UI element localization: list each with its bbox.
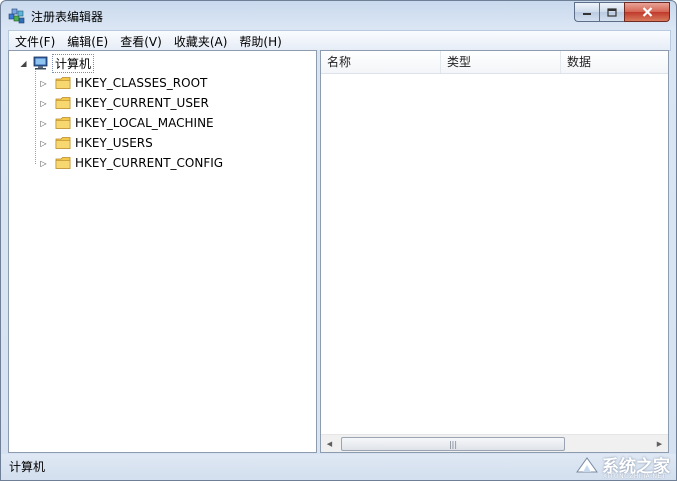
scrollbar-thumb[interactable]: ||| xyxy=(341,437,565,451)
column-header-data[interactable]: 数据 xyxy=(561,51,668,73)
tree-item-root[interactable]: ◢ 计算机 xyxy=(19,53,95,73)
tree-guide-line xyxy=(35,68,36,164)
collapse-arrow-icon[interactable]: ◢ xyxy=(19,59,28,68)
maximize-icon xyxy=(607,7,617,17)
close-icon xyxy=(642,7,652,17)
column-header-row: 名称 类型 数据 xyxy=(321,51,668,74)
tree-item-hkey-local-machine[interactable]: ▷ HKEY_LOCAL_MACHINE xyxy=(39,114,214,132)
watermark-subtext: XITONGZHIJIA.NET xyxy=(602,473,666,480)
window-title: 注册表编辑器 xyxy=(31,10,104,24)
minimize-icon xyxy=(583,13,591,15)
tree-item-label: 计算机 xyxy=(52,53,95,73)
minimize-button[interactable] xyxy=(574,2,599,22)
tree-item-hkey-classes-root[interactable]: ▷ HKEY_CLASSES_ROOT xyxy=(39,74,207,92)
folder-icon xyxy=(55,77,71,89)
horizontal-scrollbar[interactable]: ◀ ||| ▶ xyxy=(321,434,668,452)
watermark-logo-icon xyxy=(576,456,598,472)
expand-arrow-icon[interactable]: ▷ xyxy=(39,79,48,88)
tree-item-hkey-current-config[interactable]: ▷ HKEY_CURRENT_CONFIG xyxy=(39,154,223,172)
scroll-left-arrow-icon[interactable]: ◀ xyxy=(321,435,338,452)
tree-item-label: HKEY_CURRENT_CONFIG xyxy=(75,156,224,170)
caption-buttons xyxy=(574,2,670,22)
folder-icon xyxy=(55,137,71,149)
tree-item-label: HKEY_USERS xyxy=(75,136,153,150)
tree-item-label: HKEY_CURRENT_USER xyxy=(75,96,209,110)
menu-view[interactable]: 查看(V) xyxy=(114,31,168,50)
tree-item-label: HKEY_LOCAL_MACHINE xyxy=(75,116,214,130)
close-button[interactable] xyxy=(624,2,670,22)
watermark: 系统之家 XITONGZHIJIA.NET xyxy=(574,452,670,480)
status-bar: 计算机 系统之家 XITONGZHIJIA.NET xyxy=(1,454,676,480)
main-panes: ◢ 计算机 ▷ HKEY_CLASSES_ROOT ▷ HKEY_CURRENT… xyxy=(8,50,669,453)
tree-item-hkey-users[interactable]: ▷ HKEY_USERS xyxy=(39,134,153,152)
column-header-type[interactable]: 类型 xyxy=(441,51,561,73)
tree-item-hkey-current-user[interactable]: ▷ HKEY_CURRENT_USER xyxy=(39,94,209,112)
expand-arrow-icon[interactable]: ▷ xyxy=(39,119,48,128)
computer-icon xyxy=(33,56,48,70)
registry-editor-window: 注册表编辑器 文件(F) 编辑(E) 查看(V) 收藏夹(A) 帮助(H) ◢ xyxy=(0,0,677,481)
grip-icon: ||| xyxy=(448,439,458,449)
tree-item-label: HKEY_CLASSES_ROOT xyxy=(75,76,208,90)
folder-icon xyxy=(55,97,71,109)
menu-edit[interactable]: 编辑(E) xyxy=(61,31,114,50)
expand-arrow-icon[interactable]: ▷ xyxy=(39,159,48,168)
menu-help[interactable]: 帮助(H) xyxy=(233,31,287,50)
maximize-button[interactable] xyxy=(599,2,624,22)
column-header-name[interactable]: 名称 xyxy=(321,51,441,73)
expand-arrow-icon[interactable]: ▷ xyxy=(39,139,48,148)
menu-bar: 文件(F) 编辑(E) 查看(V) 收藏夹(A) 帮助(H) xyxy=(8,30,671,51)
title-bar[interactable]: 注册表编辑器 xyxy=(1,1,676,29)
folder-icon xyxy=(55,117,71,129)
menu-favorites[interactable]: 收藏夹(A) xyxy=(168,31,234,50)
registry-app-icon xyxy=(8,8,25,24)
status-text: 计算机 xyxy=(9,460,46,474)
folder-icon xyxy=(55,157,71,169)
values-list[interactable]: 名称 类型 数据 ◀ ||| ▶ xyxy=(320,50,669,453)
registry-tree[interactable]: ◢ 计算机 ▷ HKEY_CLASSES_ROOT ▷ HKEY_CURRENT… xyxy=(8,50,317,453)
menu-file[interactable]: 文件(F) xyxy=(9,31,61,50)
expand-arrow-icon[interactable]: ▷ xyxy=(39,99,48,108)
scroll-right-arrow-icon[interactable]: ▶ xyxy=(651,435,668,452)
